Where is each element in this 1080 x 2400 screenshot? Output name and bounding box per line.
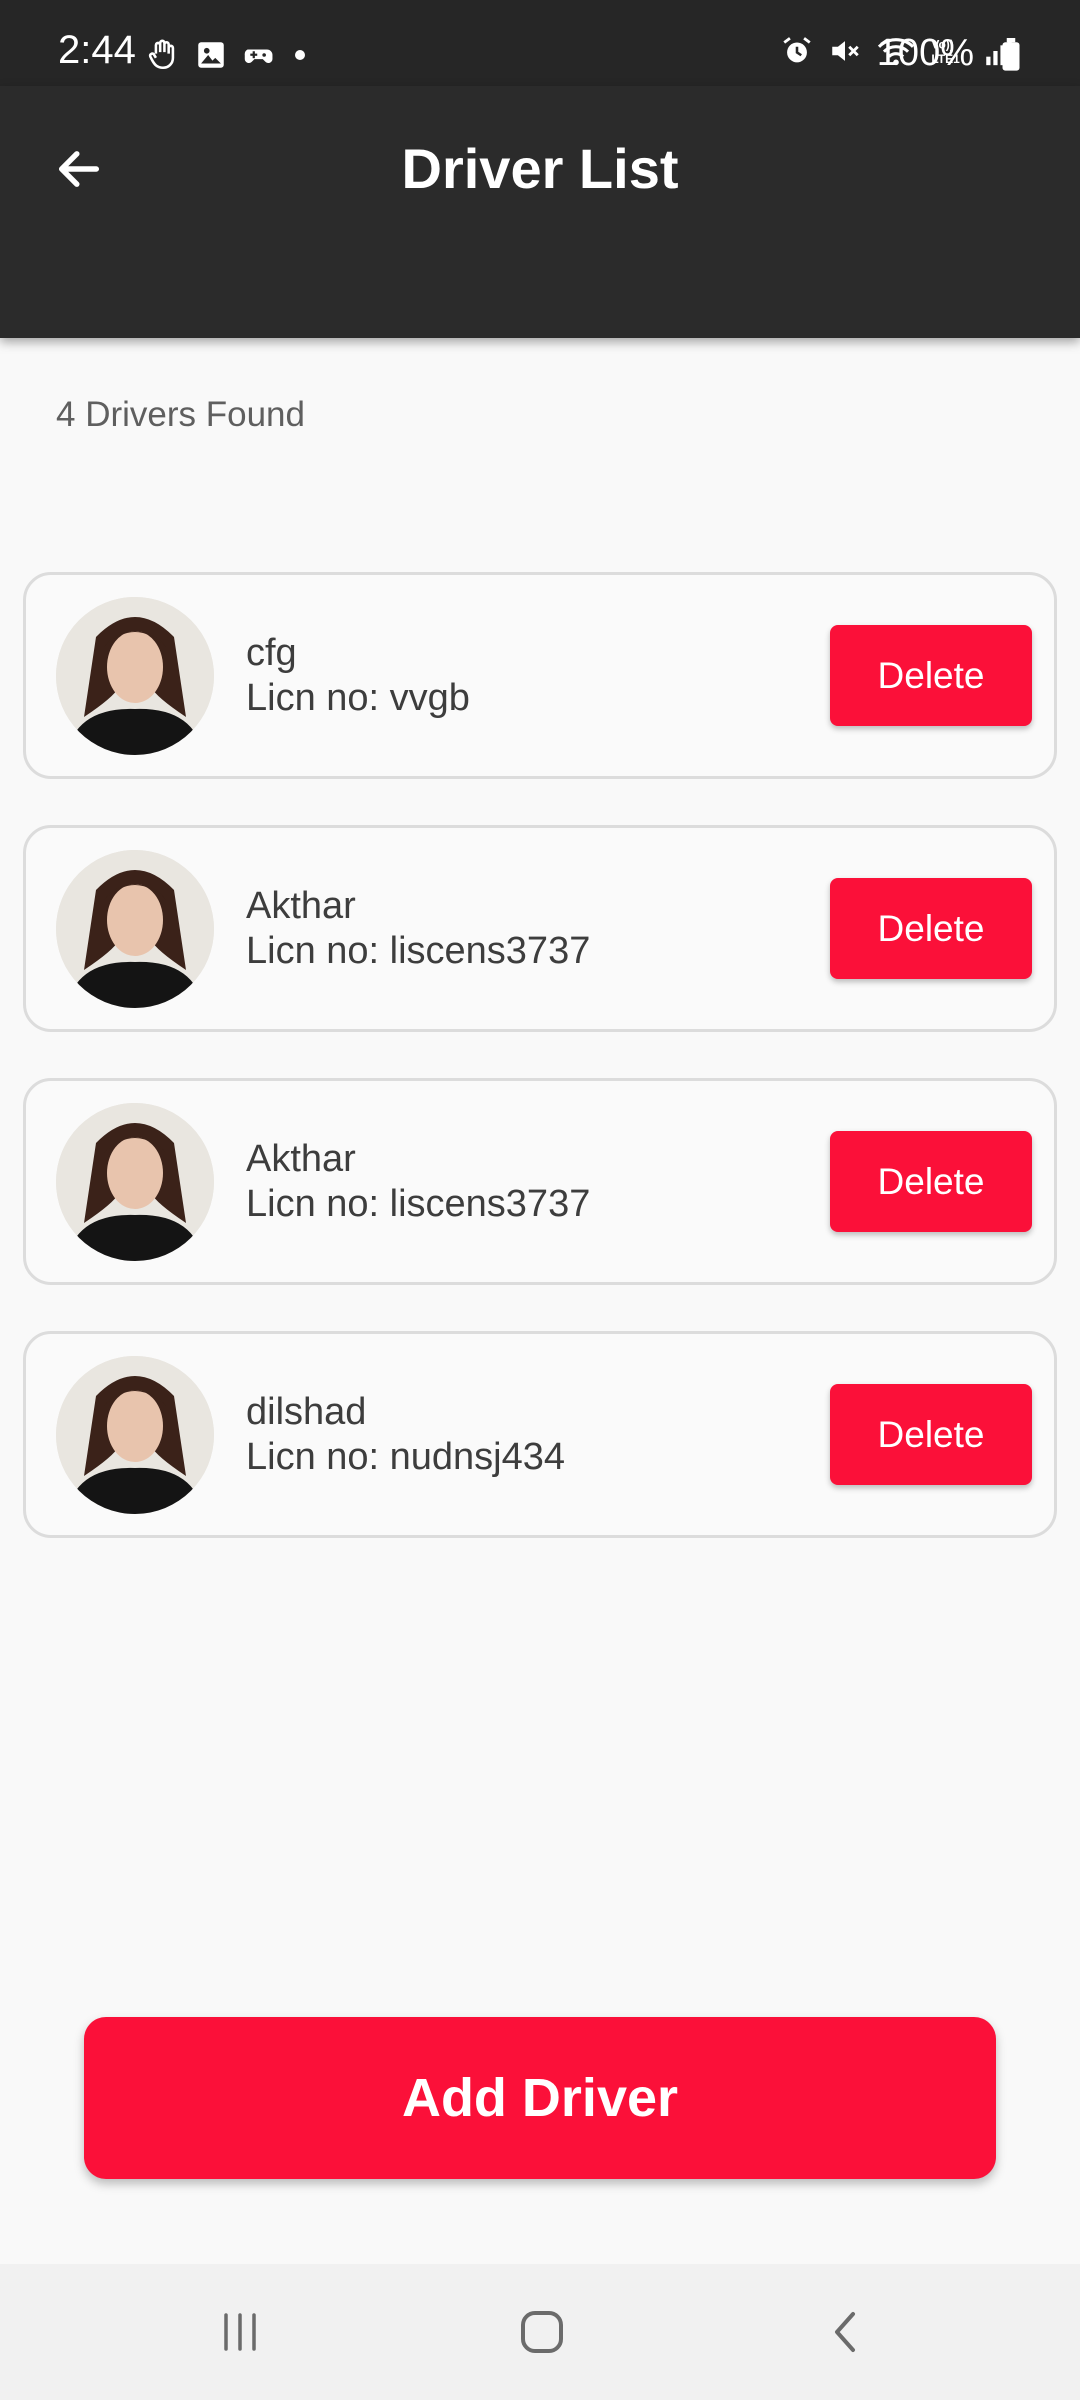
- driver-license: Licn no: liscens3737: [246, 930, 591, 972]
- recents-icon: [215, 2307, 265, 2357]
- driver-avatar: [56, 850, 214, 1008]
- status-left-icons: [146, 38, 308, 72]
- system-nav-bar: [0, 2264, 1080, 2400]
- driver-name: Akthar: [246, 885, 356, 927]
- app-bar: Driver List: [0, 86, 1080, 338]
- status-time: 2:44: [58, 28, 136, 72]
- delete-button[interactable]: Delete: [830, 878, 1032, 979]
- add-driver-button[interactable]: Add Driver: [84, 2017, 996, 2179]
- mute-icon: [828, 34, 862, 68]
- home-icon: [516, 2306, 568, 2358]
- drivers-found-count: 4 Drivers Found: [56, 395, 305, 434]
- back-icon: [821, 2307, 871, 2357]
- battery-percentage: 100%: [876, 32, 974, 74]
- driver-license: Licn no: nudnsj434: [246, 1436, 566, 1478]
- page-title: Driver List: [401, 137, 679, 200]
- alarm-icon: [780, 34, 814, 68]
- game-icon: [242, 38, 278, 72]
- driver-list: cfg Licn no: vvgb Delete Akthar Licn no:…: [23, 572, 1057, 1584]
- delete-button[interactable]: Delete: [830, 1131, 1032, 1232]
- recents-button[interactable]: [190, 2294, 290, 2370]
- driver-license: Licn no: liscens3737: [246, 1183, 591, 1225]
- driver-info: Akthar Licn no: liscens3737: [246, 1137, 590, 1227]
- driver-info: Akthar Licn no: liscens3737: [246, 884, 590, 974]
- driver-name: Akthar: [246, 1138, 356, 1180]
- driver-avatar: [56, 597, 214, 755]
- status-bar: 2:44 Vo)) LTE1 100%: [0, 0, 1080, 86]
- home-button[interactable]: [492, 2294, 592, 2370]
- dot-icon: [292, 38, 308, 72]
- driver-info: cfg Licn no: vvgb: [246, 631, 470, 721]
- driver-name: cfg: [246, 632, 297, 674]
- driver-avatar: [56, 1103, 214, 1261]
- driver-avatar: [56, 1356, 214, 1514]
- delete-button[interactable]: Delete: [830, 625, 1032, 726]
- image-icon: [194, 38, 228, 72]
- driver-name: dilshad: [246, 1391, 367, 1433]
- driver-card: cfg Licn no: vvgb Delete: [23, 572, 1057, 779]
- delete-button[interactable]: Delete: [830, 1384, 1032, 1485]
- driver-card: Akthar Licn no: liscens3737 Delete: [23, 1078, 1057, 1285]
- driver-info: dilshad Licn no: nudnsj434: [246, 1390, 565, 1480]
- driver-card: dilshad Licn no: nudnsj434 Delete: [23, 1331, 1057, 1538]
- nav-back-button[interactable]: [796, 2294, 896, 2370]
- driver-license: Licn no: vvgb: [246, 677, 470, 719]
- driver-card: Akthar Licn no: liscens3737 Delete: [23, 825, 1057, 1032]
- battery-icon: [1000, 38, 1022, 72]
- hand-icon: [146, 38, 180, 72]
